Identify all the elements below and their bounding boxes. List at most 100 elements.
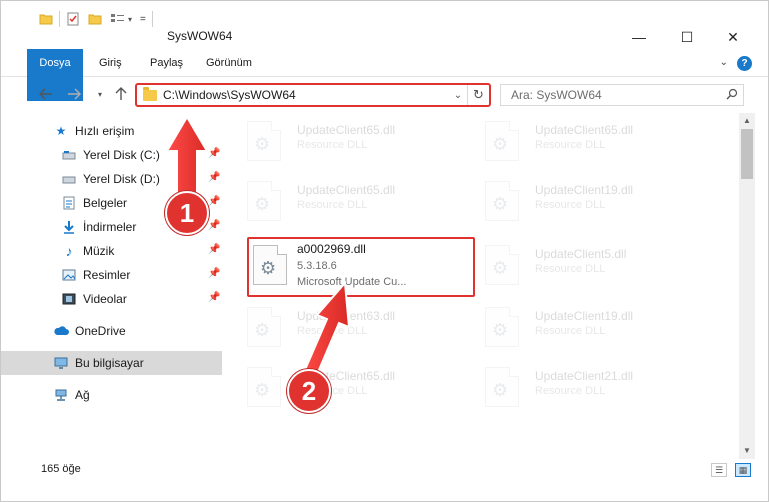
close-button[interactable]: ✕: [723, 27, 743, 47]
file-type: Resource DLL: [535, 385, 606, 397]
gear-icon: ⚙: [492, 380, 509, 400]
cloud-icon: [53, 323, 69, 339]
refresh-button[interactable]: ↻: [467, 85, 489, 105]
expand-ribbon-icon[interactable]: ⌄: [720, 57, 728, 68]
explorer-window: ▾ = SysWOW64 — ☐ ✕ Dosya Giriş Paylaş Gö…: [0, 0, 769, 502]
chevron-down-icon[interactable]: ⌄: [449, 90, 467, 101]
folder-icon[interactable]: [39, 12, 53, 26]
highlighted-file-a0002969[interactable]: ⚙ a0002969.dll 5.3.18.6 Microsoft Update…: [247, 237, 475, 297]
sidebar-item-label: Yerel Disk (D:): [83, 172, 160, 186]
window-title: SysWOW64: [167, 29, 233, 43]
dll-file-icon: ⚙: [485, 181, 519, 221]
sidebar-item-disk-d[interactable]: Yerel Disk (D:) 📌: [1, 167, 222, 191]
sidebar-item-videos[interactable]: Videolar 📌: [1, 287, 222, 311]
pin-icon[interactable]: 📌: [208, 220, 220, 231]
pictures-icon: [61, 267, 77, 283]
vertical-scrollbar[interactable]: ▲ ▼: [739, 113, 755, 459]
recent-locations-button[interactable]: ▾: [91, 85, 109, 103]
list-item[interactable]: ⚙ UpdateClient21.dll Resource DLL: [471, 359, 701, 411]
list-item[interactable]: ⚙ UpdateClient19.dll Resource DLL: [471, 299, 701, 351]
gear-icon: ⚙: [254, 380, 271, 400]
scroll-down-icon[interactable]: ▼: [739, 443, 755, 459]
sidebar-item-label: OneDrive: [75, 324, 126, 338]
list-item[interactable]: ⚙ UpdateClient65.dll Resource DLL: [233, 359, 463, 411]
list-item[interactable]: ⚙ UpdateClient5.dll Resource DLL: [471, 237, 701, 289]
file-name: UpdateClient19.dll: [535, 183, 634, 197]
pin-icon[interactable]: 📌: [208, 292, 220, 303]
pin-icon[interactable]: 📌: [208, 268, 220, 279]
up-button[interactable]: [112, 85, 130, 103]
help-button[interactable]: ?: [737, 56, 752, 71]
file-name: UpdateClient65.dll: [535, 123, 634, 137]
chevron-down-icon[interactable]: ▾: [128, 15, 132, 24]
details-view-icon[interactable]: ☰: [711, 463, 727, 477]
arrow-up-icon: [115, 87, 127, 100]
pin-icon[interactable]: 📌: [208, 172, 220, 183]
gear-icon: ⚙: [254, 194, 271, 214]
file-name: UpdateClient5.dll: [535, 247, 627, 261]
new-folder-icon[interactable]: [88, 12, 102, 26]
pin-icon[interactable]: 📌: [208, 196, 220, 207]
back-button[interactable]: [37, 85, 55, 103]
drive-icon: [61, 171, 77, 187]
pin-icon[interactable]: 📌: [208, 148, 220, 159]
file-type: Resource DLL: [535, 199, 606, 211]
search-box[interactable]: [500, 84, 744, 106]
file-name: UpdateClient63.dll: [297, 309, 396, 323]
list-item[interactable]: ⚙ UpdateClient65.dll Resource DLL: [233, 173, 463, 225]
minimize-button[interactable]: —: [629, 27, 649, 47]
file-type: Resource DLL: [535, 263, 606, 275]
list-item[interactable]: ⚙ UpdateClient19.dll Resource DLL: [471, 173, 701, 225]
large-icons-view-icon[interactable]: ▦: [735, 463, 751, 477]
dll-file-icon: ⚙: [247, 121, 281, 161]
sidebar-item-onedrive[interactable]: OneDrive: [1, 319, 222, 343]
step-badge-1: 1: [165, 191, 209, 235]
scroll-up-icon[interactable]: ▲: [739, 113, 755, 129]
file-name: a0002969.dll: [297, 242, 366, 256]
search-icon[interactable]: [721, 88, 743, 103]
sidebar-item-disk-c[interactable]: Yerel Disk (C:) 📌: [1, 143, 222, 167]
network-icon: [53, 387, 69, 403]
navigation-pane: ★ Hızlı erişim Yerel Disk (C:) 📌 Yerel D…: [1, 113, 225, 453]
sidebar-item-quick-access[interactable]: ★ Hızlı erişim: [1, 119, 222, 143]
drive-icon: [61, 147, 77, 163]
dll-file-icon: ⚙: [485, 367, 519, 407]
sidebar-item-music[interactable]: ♪ Müzik 📌: [1, 239, 222, 263]
search-input[interactable]: [511, 88, 721, 102]
gear-icon: ⚙: [492, 258, 509, 278]
sidebar-item-network[interactable]: Ağ: [1, 383, 222, 407]
view-options-icon[interactable]: [110, 12, 126, 26]
gear-icon: ⚙: [492, 320, 509, 340]
address-bar[interactable]: C:\Windows\SysWOW64 ⌄ ↻: [135, 83, 491, 107]
tab-view[interactable]: Görünüm: [196, 49, 262, 77]
sidebar-item-pictures[interactable]: Resimler 📌: [1, 263, 222, 287]
address-path[interactable]: C:\Windows\SysWOW64: [163, 88, 449, 102]
sidebar-item-label: Müzik: [83, 244, 115, 258]
forward-button[interactable]: [65, 85, 83, 103]
videos-icon: [61, 291, 77, 307]
customize-toolbar-icon[interactable]: =: [140, 14, 146, 25]
sidebar-item-label: Resimler: [83, 268, 131, 282]
tab-home[interactable]: Giriş: [89, 49, 132, 77]
list-item[interactable]: ⚙ UpdateClient63.dll Resource DLL: [233, 299, 463, 351]
dll-file-icon: ⚙: [485, 245, 519, 285]
dll-file-icon: ⚙: [247, 307, 281, 347]
file-version: 5.3.18.6: [297, 260, 337, 272]
file-name: UpdateClient65.dll: [297, 183, 396, 197]
properties-icon[interactable]: [66, 12, 80, 26]
dll-file-icon: ⚙: [247, 181, 281, 221]
list-item[interactable]: ⚙ UpdateClient65.dll Resource DLL: [233, 113, 463, 165]
divider: [59, 11, 60, 27]
tab-share[interactable]: Paylaş: [140, 49, 193, 77]
pin-icon[interactable]: 📌: [208, 244, 220, 255]
maximize-button[interactable]: ☐: [677, 27, 697, 47]
sidebar-item-label: Belgeler: [83, 196, 128, 210]
arrow-right-icon: [68, 88, 81, 100]
scroll-thumb[interactable]: [741, 129, 753, 179]
list-item[interactable]: ⚙ UpdateClient65.dll Resource DLL: [471, 113, 701, 165]
sidebar-item-label: Ağ: [75, 388, 90, 402]
dll-file-icon: ⚙: [253, 245, 287, 285]
sidebar-item-this-pc[interactable]: Bu bilgisayar: [1, 351, 222, 375]
sidebar-item-label: Bu bilgisayar: [75, 356, 144, 370]
dll-file-icon: ⚙: [485, 307, 519, 347]
